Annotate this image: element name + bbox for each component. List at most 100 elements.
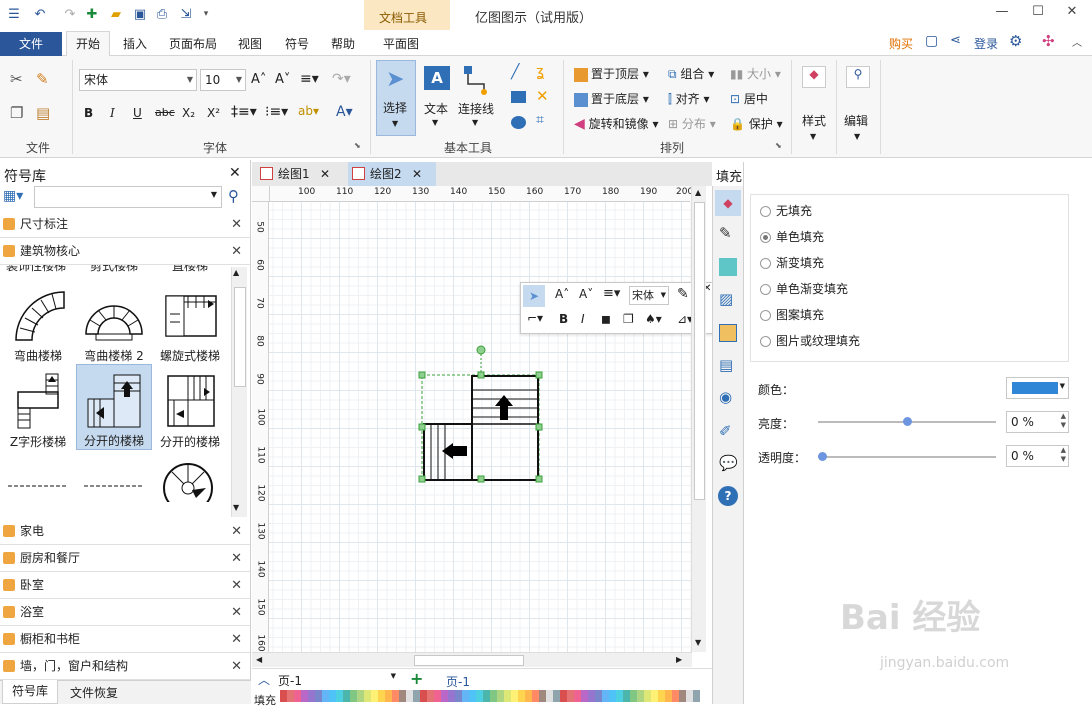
- canvas-hscroll-thumb[interactable]: [414, 655, 524, 666]
- palette-swatch[interactable]: [413, 690, 420, 702]
- category-closed-1[interactable]: 厨房和餐厅 ✕: [0, 546, 250, 572]
- palette-swatch[interactable]: [546, 690, 553, 702]
- scroll-up-icon[interactable]: ▲: [695, 188, 701, 197]
- login-link[interactable]: 登录: [974, 35, 998, 52]
- palette-swatch[interactable]: [287, 690, 294, 702]
- theme-icon[interactable]: ✣: [1042, 32, 1055, 50]
- tab-symbol[interactable]: 符号: [285, 35, 309, 52]
- tab-view[interactable]: 视图: [238, 35, 262, 52]
- new-icon[interactable]: ✚: [82, 4, 102, 24]
- palette-swatch[interactable]: [420, 690, 427, 702]
- page-select[interactable]: 页-1 ▼: [278, 672, 398, 688]
- add-page-icon[interactable]: +: [410, 669, 423, 688]
- float-font-select[interactable]: 宋体 ▼: [629, 286, 669, 305]
- tab-page-layout[interactable]: 页面布局: [169, 35, 217, 52]
- undo-icon[interactable]: ↶: [30, 4, 50, 24]
- palette-swatch[interactable]: [679, 690, 686, 702]
- distribute-button[interactable]: ⊞ 分布 ▾: [668, 115, 716, 132]
- attachment-tab-icon[interactable]: ✐: [719, 422, 732, 440]
- radio-mono-gradient-fill[interactable]: 单色渐变填充: [760, 280, 960, 298]
- palette-swatch[interactable]: [329, 690, 336, 702]
- palette-swatch[interactable]: [469, 690, 476, 702]
- palette-swatch[interactable]: [385, 690, 392, 702]
- bullets-icon[interactable]: ⁝≡▾: [265, 104, 288, 120]
- line-tab-icon[interactable]: ✎: [719, 224, 732, 242]
- palette-swatch[interactable]: [581, 690, 588, 702]
- image-tab-icon[interactable]: ▨: [719, 290, 733, 308]
- category-close-icon[interactable]: ✕: [231, 212, 242, 237]
- palette-swatch[interactable]: [406, 690, 413, 702]
- connector-icon[interactable]: ⌐▾: [527, 311, 543, 325]
- canvas-horizontal-scrollbar[interactable]: ◀ ▶: [252, 652, 692, 667]
- category-closed-4[interactable]: 橱柜和书柜 ✕: [0, 627, 250, 653]
- arrange-dialog-launcher-icon[interactable]: ⬊: [775, 141, 782, 150]
- ellipse-icon[interactable]: [511, 116, 526, 129]
- settings-icon[interactable]: ⚙: [1009, 32, 1022, 50]
- palette-swatch[interactable]: [350, 690, 357, 702]
- line-icon[interactable]: ╱: [511, 64, 519, 80]
- rotate-mirror-button[interactable]: ◀ 旋转和镜像 ▾: [574, 115, 658, 132]
- palette-swatch[interactable]: [343, 690, 350, 702]
- line-spacing-icon[interactable]: ‡≡▾: [231, 104, 257, 120]
- style-button[interactable]: ◆ 样式 ▼: [798, 62, 832, 146]
- close-tab-icon[interactable]: ✕: [320, 162, 330, 186]
- text-direction-icon[interactable]: ↷▾: [332, 71, 351, 87]
- transparency-input[interactable]: 0 % ▲ ▼: [1006, 445, 1069, 467]
- palette-swatch[interactable]: [399, 690, 406, 702]
- italic-icon[interactable]: I: [110, 106, 115, 120]
- select-tool-button[interactable]: ➤ 选择 ▼: [376, 60, 416, 136]
- palette-swatch[interactable]: [301, 690, 308, 702]
- palette-swatch[interactable]: [686, 690, 693, 702]
- symbol-curved-stair-2[interactable]: 弯曲楼梯 2: [76, 280, 152, 366]
- page-tab-icon[interactable]: ▤: [719, 356, 733, 374]
- tab-floor-plan[interactable]: 平面图: [383, 35, 419, 52]
- tab-home[interactable]: 开始: [66, 31, 110, 57]
- category-close-icon[interactable]: ✕: [231, 654, 242, 679]
- symbol-split-stair-selected[interactable]: 分开的楼梯: [76, 364, 152, 450]
- bold-icon[interactable]: B: [559, 312, 568, 326]
- pointer-icon[interactable]: ➤: [523, 285, 545, 307]
- underline-icon[interactable]: U: [133, 106, 142, 120]
- palette-swatch[interactable]: [637, 690, 644, 702]
- palette-swatch[interactable]: [371, 690, 378, 702]
- align-button[interactable]: ⫿ 对齐 ▾: [668, 90, 710, 107]
- close-tab-icon[interactable]: ✕: [412, 162, 422, 186]
- collapse-ribbon-icon[interactable]: ︿: [1072, 34, 1082, 49]
- share-icon[interactable]: ⋖: [950, 33, 961, 48]
- close-icon[interactable]: ✕: [1062, 4, 1082, 22]
- paste-icon[interactable]: ▤: [36, 104, 50, 122]
- tab-help[interactable]: 帮助: [331, 35, 355, 52]
- category-close-icon[interactable]: ✕: [231, 519, 242, 544]
- shrink-font-icon[interactable]: A˅: [579, 287, 593, 301]
- palette-swatch[interactable]: [315, 690, 322, 702]
- palette-swatch[interactable]: [378, 690, 385, 702]
- palette-swatch[interactable]: [483, 690, 490, 702]
- palette-swatch[interactable]: [532, 690, 539, 702]
- shadow-icon[interactable]: ❐: [623, 312, 634, 326]
- bring-to-front-button[interactable]: 置于顶层 ▾: [574, 65, 649, 82]
- customize-quick-access-icon[interactable]: ▾: [196, 4, 216, 24]
- export-icon[interactable]: ⇲: [176, 4, 196, 24]
- palette-swatch[interactable]: [595, 690, 602, 702]
- symbol-split-stair-2[interactable]: 分开的楼梯: [152, 366, 228, 452]
- edit-button[interactable]: ⚲ 编辑 ▼: [842, 62, 876, 146]
- library-search-input[interactable]: ▼: [34, 186, 222, 208]
- format-painter-icon[interactable]: ✎: [36, 70, 49, 88]
- search-icon[interactable]: ⚲: [228, 187, 239, 205]
- palette-swatch[interactable]: [644, 690, 651, 702]
- format-painter-icon[interactable]: ✎: [677, 286, 689, 302]
- color-palette[interactable]: [280, 690, 712, 704]
- shrink-font-icon[interactable]: A˅: [275, 72, 290, 87]
- tab-symbol-library[interactable]: 符号库: [2, 680, 58, 704]
- rotate-handle-icon[interactable]: [476, 345, 486, 355]
- buy-link[interactable]: 购买: [889, 35, 913, 52]
- align-text-icon[interactable]: ≡▾: [603, 286, 620, 301]
- comment-tab-icon[interactable]: 💬: [719, 454, 738, 472]
- rectangle-icon[interactable]: [511, 91, 526, 103]
- curve-icon[interactable]: ʓ: [536, 64, 544, 80]
- palette-swatch[interactable]: [434, 690, 441, 702]
- font-dialog-launcher-icon[interactable]: ⬊: [354, 141, 361, 150]
- category-open-0[interactable]: 尺寸标注 ✕: [0, 212, 250, 238]
- category-close-icon[interactable]: ✕: [231, 573, 242, 598]
- font-size-select[interactable]: 10 ▼: [200, 69, 246, 91]
